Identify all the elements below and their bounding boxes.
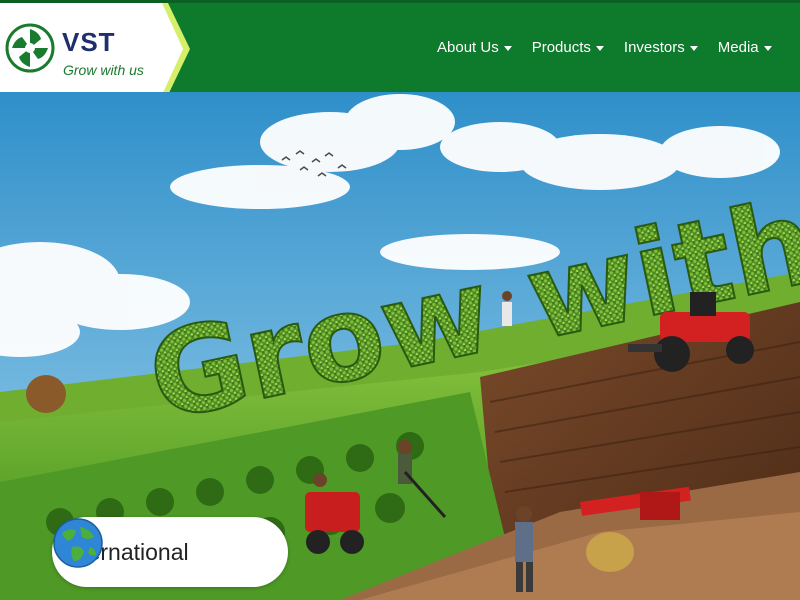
chevron-down-icon [503, 46, 512, 51]
nav-label: Investors [623, 39, 685, 56]
hay-bale [26, 375, 66, 413]
walking-farmer [502, 291, 512, 326]
site-header: VST Grow with us About Us Products Inves… [0, 0, 800, 95]
vst-emblem-icon [5, 23, 55, 73]
globe-icon [53, 518, 103, 568]
brand-tagline: Grow with us [63, 62, 144, 78]
main-nav: About Us Products Investors Media [437, 39, 772, 56]
brand-wordmark: VST [62, 27, 116, 57]
chevron-down-icon [763, 46, 772, 51]
nav-label: About Us [437, 39, 499, 56]
region-selector[interactable]: International [52, 517, 288, 587]
nav-label: Media [717, 39, 759, 56]
nav-investors[interactable]: Investors [624, 39, 698, 56]
logo-link[interactable]: VST Grow with us [0, 3, 190, 95]
hero-banner: Grow with International [0, 92, 800, 600]
nav-about-us[interactable]: About Us [437, 39, 512, 56]
chevron-down-icon [689, 46, 698, 51]
chevron-down-icon [595, 46, 604, 51]
nav-products[interactable]: Products [532, 39, 604, 56]
nav-media[interactable]: Media [718, 39, 772, 56]
nav-label: Products [531, 39, 591, 56]
